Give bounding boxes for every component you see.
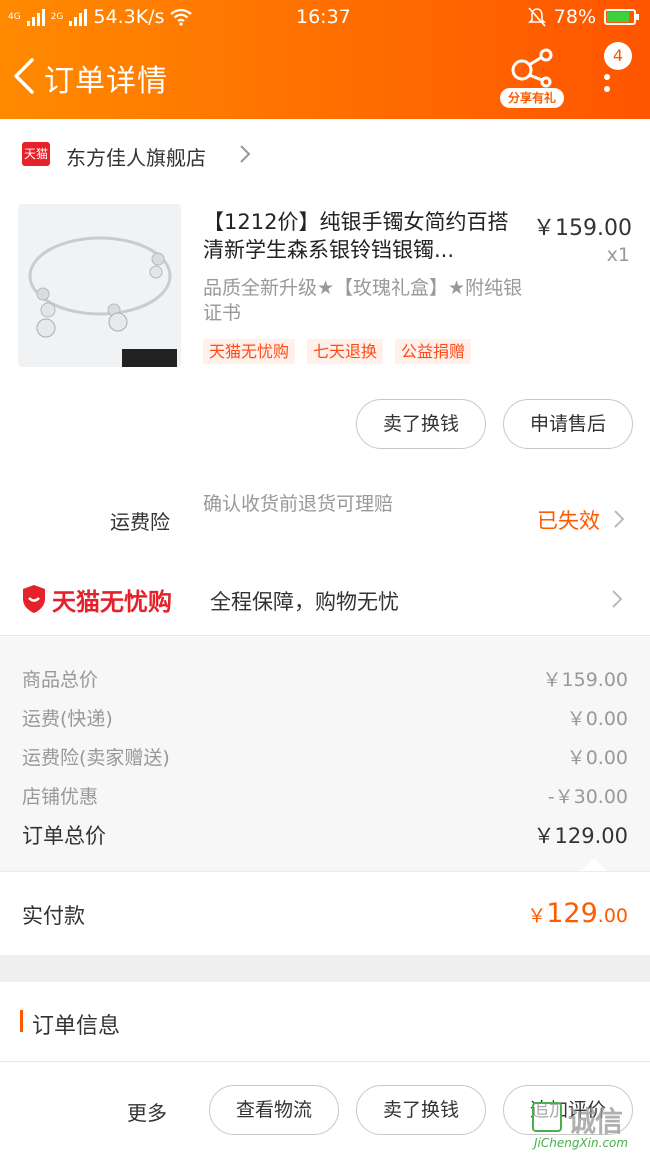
sell-exchange-button-bottom[interactable]: 卖了换钱 <box>356 1085 486 1135</box>
sell-exchange-button[interactable]: 卖了换钱 <box>356 399 486 449</box>
fee-label: 店铺优惠 <box>22 786 99 808</box>
paid-amount: ￥129.00 <box>527 898 628 929</box>
section-accent-bar <box>20 1010 23 1032</box>
battery-icon <box>604 9 639 25</box>
wuyou-row[interactable]: 天猫无忧购 全程保障，购物无忧 <box>0 568 650 636</box>
chevron-right-icon <box>612 590 623 608</box>
paid-label: 实付款 <box>22 904 85 928</box>
product-quantity: x1 <box>606 244 630 266</box>
view-logistics-button[interactable]: 查看物流 <box>209 1085 339 1135</box>
back-arrow-icon[interactable] <box>10 56 40 96</box>
section-divider <box>0 955 650 982</box>
signal-icon <box>26 8 45 26</box>
after-sale-button[interactable]: 申请售后 <box>503 399 633 449</box>
share-icon <box>511 48 553 88</box>
paid-currency: ￥ <box>527 905 547 927</box>
watermark-en: JiChengXin.com <box>534 1136 629 1150</box>
tag-charity: 公益捐赠 <box>395 339 472 364</box>
fee-value: -￥30.00 <box>547 786 628 808</box>
fee-value: ￥0.00 <box>566 708 628 730</box>
tmall-logo-icon: 天猫 <box>22 142 50 166</box>
product-image[interactable] <box>18 204 181 367</box>
status-right: 78% <box>527 6 639 28</box>
tag-seven-day-return: 七天退换 <box>307 339 384 364</box>
fee-row-goods: 商品总价 ￥159.00 <box>22 665 628 692</box>
battery-percent: 78% <box>553 6 596 28</box>
fee-value: ￥0.00 <box>566 747 628 769</box>
watermark-cn: 诚信 <box>568 1105 623 1138</box>
clock: 16:37 <box>296 6 351 28</box>
more-dot-icon <box>604 74 610 80</box>
product-price: ￥159.00 <box>533 216 632 241</box>
order-total-row: 订单总价 ￥129.00 <box>22 820 628 850</box>
mute-bell-icon <box>527 7 546 27</box>
store-name[interactable]: 东方佳人旗舰店 <box>66 142 206 171</box>
notch-pointer <box>581 858 607 871</box>
shipping-insurance-desc: 确认收货前退货可理赔 <box>203 493 394 515</box>
signal-icon-2 <box>69 8 88 26</box>
fee-row-discount: 店铺优惠 -￥30.00 <box>22 782 628 809</box>
bracelet-image <box>18 204 181 367</box>
wuyou-desc: 全程保障，购物无忧 <box>210 590 399 614</box>
paid-decimal: .00 <box>597 905 628 927</box>
network-speed: 54.3K/s <box>93 6 165 28</box>
watermark-logo-icon <box>532 1102 562 1132</box>
network-4g-label: 4G <box>8 12 21 22</box>
share-label: 分享有礼 <box>500 88 564 108</box>
fee-value: ￥159.00 <box>542 669 628 691</box>
shipping-insurance-label: 运费险 <box>110 510 170 534</box>
service-tags: 天猫无忧购 七天退换 公益捐赠 <box>203 339 472 364</box>
share-button[interactable]: 分享有礼 <box>500 44 564 108</box>
order-total-label: 订单总价 <box>22 824 106 848</box>
order-total-value: ￥129.00 <box>533 824 628 848</box>
product-title[interactable]: 【1212价】纯银手镯女简约百搭清新学生森系银铃铛银镯... <box>203 208 523 264</box>
network-2g-label: 2G <box>50 12 64 22</box>
product-sku: 品质全新升级★【玫瑰礼盒】★附纯银证书 <box>203 277 523 324</box>
wuyou-brand: 天猫无忧购 <box>52 588 172 616</box>
fee-row-insurance: 运费险(卖家赠送) ￥0.00 <box>22 743 628 770</box>
message-badge[interactable]: 4 <box>604 42 632 70</box>
more-button[interactable]: 更多 <box>127 1097 167 1126</box>
chevron-right-icon[interactable] <box>612 508 626 530</box>
tag-wuyou: 天猫无忧购 <box>203 339 296 364</box>
paid-integer: 129 <box>546 898 598 929</box>
status-bar: 4G 2G 54.3K/s 16:37 78% <box>0 0 650 34</box>
more-dot-icon <box>604 86 610 92</box>
fee-summary: 商品总价 ￥159.00 运费(快递) ￥0.00 运费险(卖家赠送) ￥0.0… <box>0 637 650 871</box>
paid-row: 实付款 ￥129.00 <box>0 871 650 955</box>
order-info-section: 订单信息 <box>0 982 650 1062</box>
page-title: 订单详情 <box>44 64 168 99</box>
wifi-icon <box>170 8 193 26</box>
fee-row-shipping: 运费(快递) ￥0.00 <box>22 704 628 731</box>
fee-label: 商品总价 <box>22 669 99 691</box>
app-header: 4G 2G 54.3K/s 16:37 78% 订单详情 分享有礼 4 <box>0 0 650 119</box>
shield-icon <box>23 585 45 613</box>
order-info-title: 订单信息 <box>32 1014 121 1039</box>
watermark: 诚信 JiChengXin.com <box>530 1100 648 1154</box>
status-left: 4G 2G 54.3K/s <box>8 6 193 28</box>
shipping-insurance-status[interactable]: 已失效 <box>537 505 600 535</box>
fee-label: 运费(快递) <box>22 708 113 730</box>
chevron-right-icon <box>240 145 251 163</box>
store-row[interactable]: 天猫 东方佳人旗舰店 <box>0 130 650 180</box>
fee-label: 运费险(卖家赠送) <box>22 747 170 769</box>
